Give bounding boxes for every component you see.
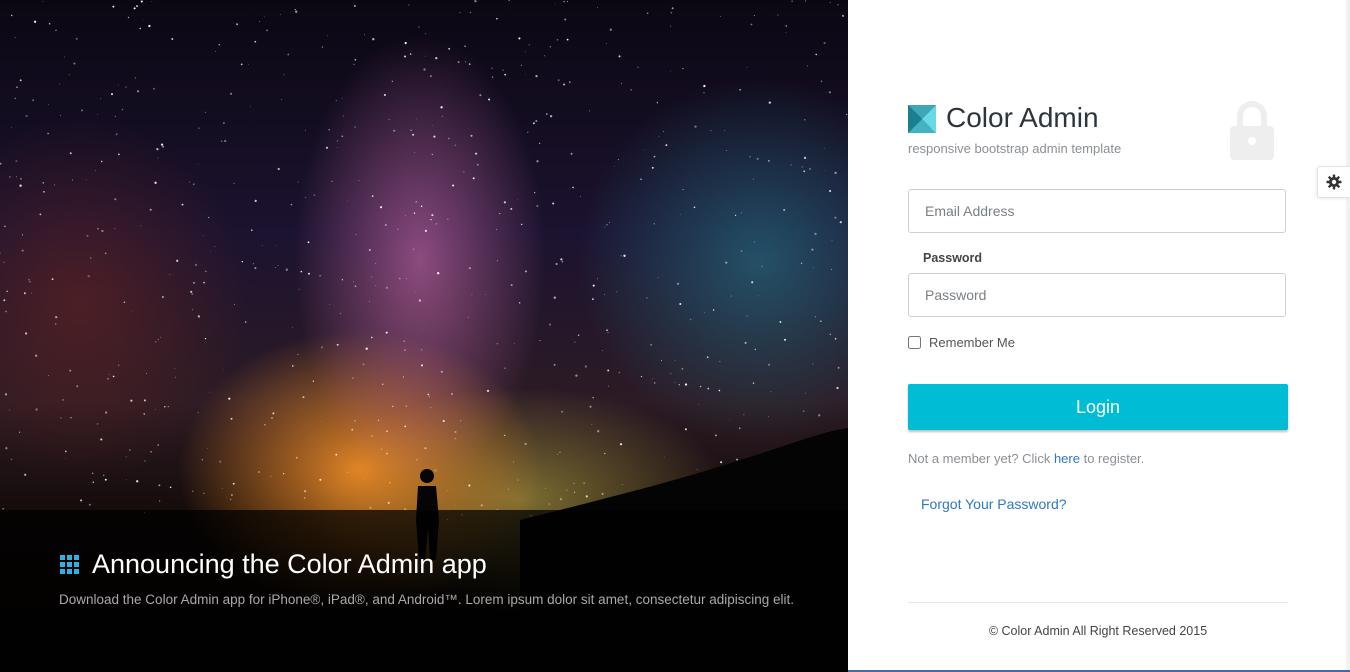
copyright-text: © Color Admin All Right Reserved 2015 <box>988 624 1208 638</box>
password-field[interactable] <box>908 273 1286 317</box>
apps-grid-icon <box>60 554 80 575</box>
lock-icon <box>1230 101 1274 160</box>
color-admin-logo-icon <box>908 105 936 133</box>
theme-settings-button[interactable] <box>1317 166 1350 198</box>
register-link[interactable]: here <box>1054 451 1080 466</box>
register-suffix: to register. <box>1079 451 1145 466</box>
window-scrollbar[interactable] <box>1346 0 1350 672</box>
footer-divider <box>908 602 1288 603</box>
login-button[interactable]: Login <box>908 384 1288 430</box>
forgot-password-link[interactable]: Forgot Your Password? <box>921 496 1067 512</box>
remember-me[interactable]: Remember Me <box>908 335 1015 350</box>
brand-subtitle: responsive bootstrap admin template <box>908 141 1122 156</box>
login-panel: Color Admin responsive bootstrap admin t… <box>848 0 1350 672</box>
news-feed: Announcing the Color Admin app Download … <box>0 0 848 672</box>
email-field[interactable] <box>908 189 1286 233</box>
brand-name: Color Admin <box>946 102 1099 133</box>
news-title: Announcing the Color Admin app <box>60 549 487 580</box>
register-prefix: Not a member yet? Click <box>908 451 1054 466</box>
news-description: Download the Color Admin app for iPhone®… <box>59 592 795 607</box>
remember-me-checkbox[interactable] <box>908 336 921 349</box>
password-label: Password <box>923 251 983 265</box>
news-title-text: Announcing the Color Admin app <box>92 549 487 579</box>
register-text: Not a member yet? Click here to register… <box>908 451 1144 466</box>
remember-me-label: Remember Me <box>929 335 1015 350</box>
gear-icon <box>1326 174 1342 190</box>
